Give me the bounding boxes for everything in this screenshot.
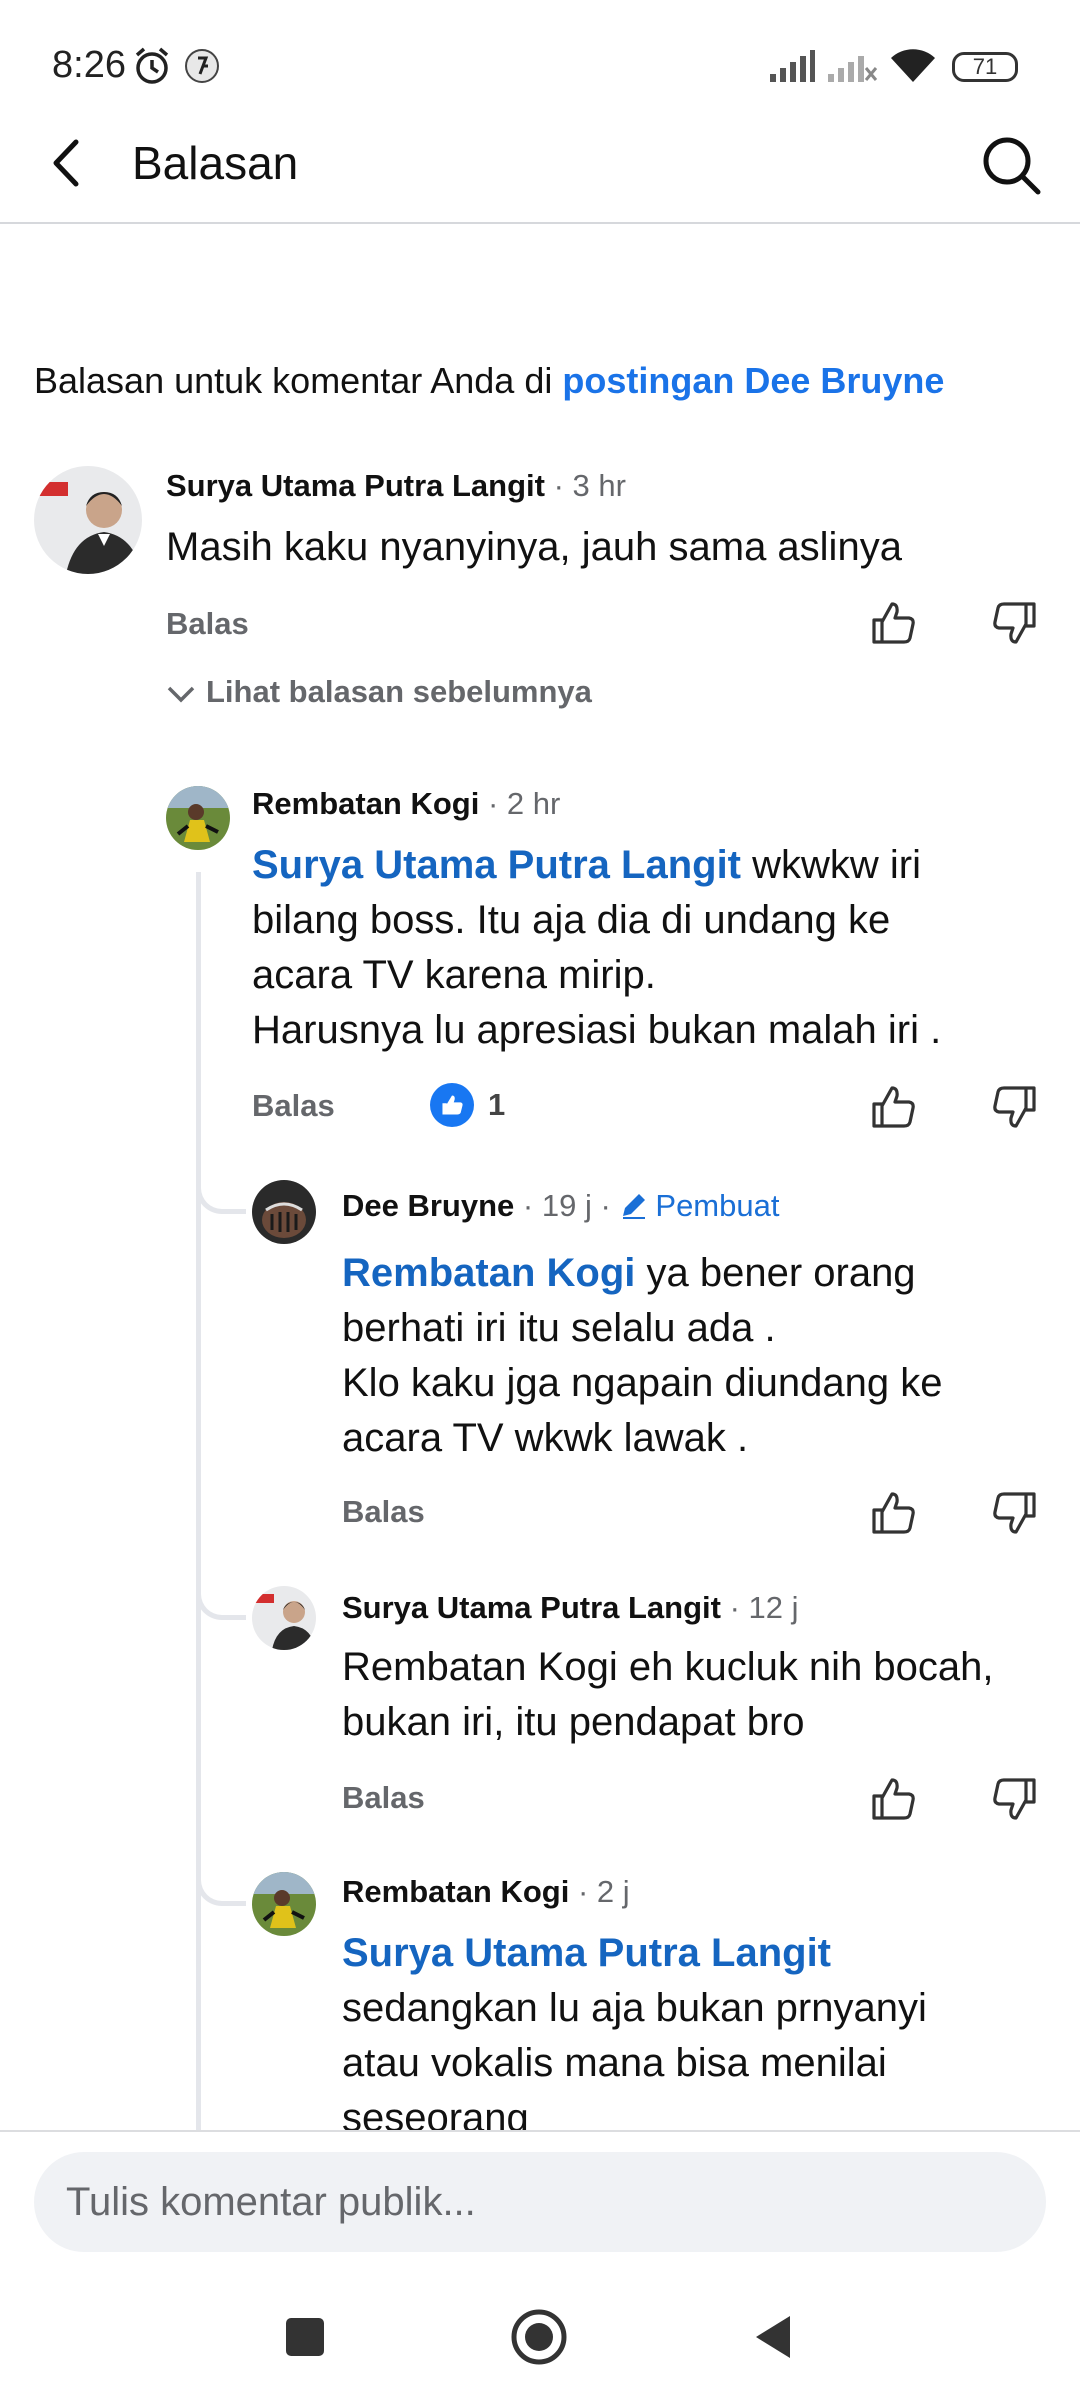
comment-line: bilang boss. Itu aja dia di undang ke <box>252 898 891 942</box>
comment-line: sedangkan lu aja bukan prnyanyi <box>342 1986 927 2030</box>
author-name[interactable]: Dee Bruyne <box>342 1188 514 1223</box>
mention-link[interactable]: Surya Utama Putra Langit <box>342 1926 927 1981</box>
comment-author: Dee Bruyne · 19 j · Pembuat <box>342 1188 779 1224</box>
comment-line: bukan iri, itu pendapat bro <box>342 1700 805 1744</box>
post-link[interactable]: postingan Dee Bruyne <box>562 360 944 401</box>
comment-composer: Tulis komentar publik... <box>0 2130 1080 2270</box>
wifi-icon <box>891 49 935 82</box>
reaction-summary[interactable]: 1 <box>430 1080 505 1130</box>
comment-time: · 3 hr <box>544 468 626 503</box>
dislike-button[interactable] <box>990 1774 1040 1824</box>
comment-time: · 2 j <box>569 1874 630 1909</box>
mention-link[interactable]: Rembatan Kogi <box>342 1251 635 1295</box>
alarm-icon <box>135 47 169 84</box>
author-name[interactable]: Rembatan Kogi <box>342 1874 569 1909</box>
comment-line: wkwkw iri <box>741 843 921 887</box>
app-header: Balasan <box>0 130 1080 224</box>
battery-icon: 71 <box>952 52 1018 82</box>
comment-line: Klo kaku jga ngapain diundang ke <box>342 1361 943 1405</box>
mention-link[interactable]: Surya Utama Putra Langit <box>252 843 741 887</box>
comment-line: acara TV wkwk lawak . <box>342 1416 749 1460</box>
creator-badge: Pembuat <box>655 1188 780 1223</box>
search-button[interactable] <box>976 130 1046 200</box>
comment-text: Masih kaku nyanyinya, jauh sama aslinya <box>166 520 902 575</box>
view-previous-replies[interactable]: Lihat balasan sebelumnya <box>166 674 592 710</box>
status-time: 8:26 <box>52 44 126 86</box>
comment-line: Harusnya lu apresiasi bukan malah iri . <box>252 1008 942 1052</box>
avatar[interactable] <box>252 1180 316 1244</box>
like-reaction-icon <box>430 1083 474 1127</box>
back-nav-button[interactable] <box>752 2314 794 2360</box>
page-title: Balasan <box>132 137 299 189</box>
avatar[interactable] <box>252 1586 316 1650</box>
reply-button[interactable]: Balas <box>252 1088 335 1124</box>
dislike-button[interactable] <box>990 1488 1040 1538</box>
comment-text: Rembatan Kogi ya bener orang berhati iri… <box>342 1246 942 1466</box>
dislike-button[interactable] <box>990 1082 1040 1132</box>
like-button[interactable] <box>868 1082 918 1132</box>
chevron-down-icon <box>167 686 195 703</box>
comment-text: Surya Utama Putra Langit wkwkw iri bilan… <box>252 838 941 1058</box>
author-name[interactable]: Rembatan Kogi <box>252 786 479 821</box>
comment-line: acara TV karena mirip. <box>252 953 656 997</box>
comment-input[interactable]: Tulis komentar publik... <box>34 2152 1046 2252</box>
comment-author: Rembatan Kogi · 2 hr <box>252 786 560 822</box>
thread-connector <box>196 1166 246 1214</box>
battery-level: 71 <box>972 54 998 79</box>
reply-button[interactable]: Balas <box>166 606 249 642</box>
intro-text: Balasan untuk komentar Anda di postingan… <box>34 360 944 402</box>
status-bar: 8:26 71 <box>0 0 1080 130</box>
pencil-icon <box>623 1194 646 1219</box>
comment-line: berhati iri itu selalu ada . <box>342 1306 776 1350</box>
signal-off-icon <box>828 56 878 82</box>
reply-button[interactable]: Balas <box>342 1494 425 1530</box>
comment-text: Rembatan Kogi eh kucluk nih bocah, bukan… <box>342 1640 994 1750</box>
comment-author: Surya Utama Putra Langit · 3 hr <box>166 468 626 504</box>
thread-line <box>196 872 201 2132</box>
comment-text: Surya Utama Putra Langit sedangkan lu aj… <box>342 1926 927 2146</box>
recents-button[interactable] <box>286 2318 324 2356</box>
avatar[interactable] <box>252 1872 316 1936</box>
thread-connector <box>196 1572 246 1620</box>
comment-time: · 2 hr <box>479 786 561 821</box>
signal-icon <box>770 50 815 82</box>
like-button[interactable] <box>868 1488 918 1538</box>
reply-button[interactable]: Balas <box>342 1780 425 1816</box>
avatar[interactable] <box>34 466 142 574</box>
like-button[interactable] <box>868 1774 918 1824</box>
comment-time: · 19 j · <box>514 1188 620 1223</box>
avatar[interactable] <box>166 786 230 850</box>
comment-line: Rembatan Kogi eh kucluk nih bocah, <box>342 1645 994 1689</box>
comment-author: Rembatan Kogi · 2 j <box>342 1874 630 1910</box>
home-button[interactable] <box>510 2308 568 2366</box>
author-name[interactable]: Surya Utama Putra Langit <box>166 468 545 503</box>
intro-label: Balasan untuk komentar Anda di <box>34 360 563 401</box>
dislike-button[interactable] <box>990 598 1040 648</box>
comment-line: Masih kaku nyanyinya, jauh sama aslinya <box>166 525 902 569</box>
author-name[interactable]: Surya Utama Putra Langit <box>342 1590 721 1625</box>
comment-author: Surya Utama Putra Langit · 12 j <box>342 1590 799 1626</box>
system-nav-bar <box>0 2272 1080 2400</box>
comment-line: atau vokalis mana bisa menilai <box>342 2041 887 2085</box>
view-previous-label: Lihat balasan sebelumnya <box>206 674 592 709</box>
reaction-count: 1 <box>488 1087 506 1122</box>
thread-connector <box>196 1858 246 1906</box>
app-notification-icon <box>185 49 219 83</box>
like-button[interactable] <box>868 598 918 648</box>
comment-time: · 12 j <box>720 1590 799 1625</box>
comment-line: ya bener orang <box>635 1251 916 1295</box>
back-button[interactable] <box>40 130 100 196</box>
